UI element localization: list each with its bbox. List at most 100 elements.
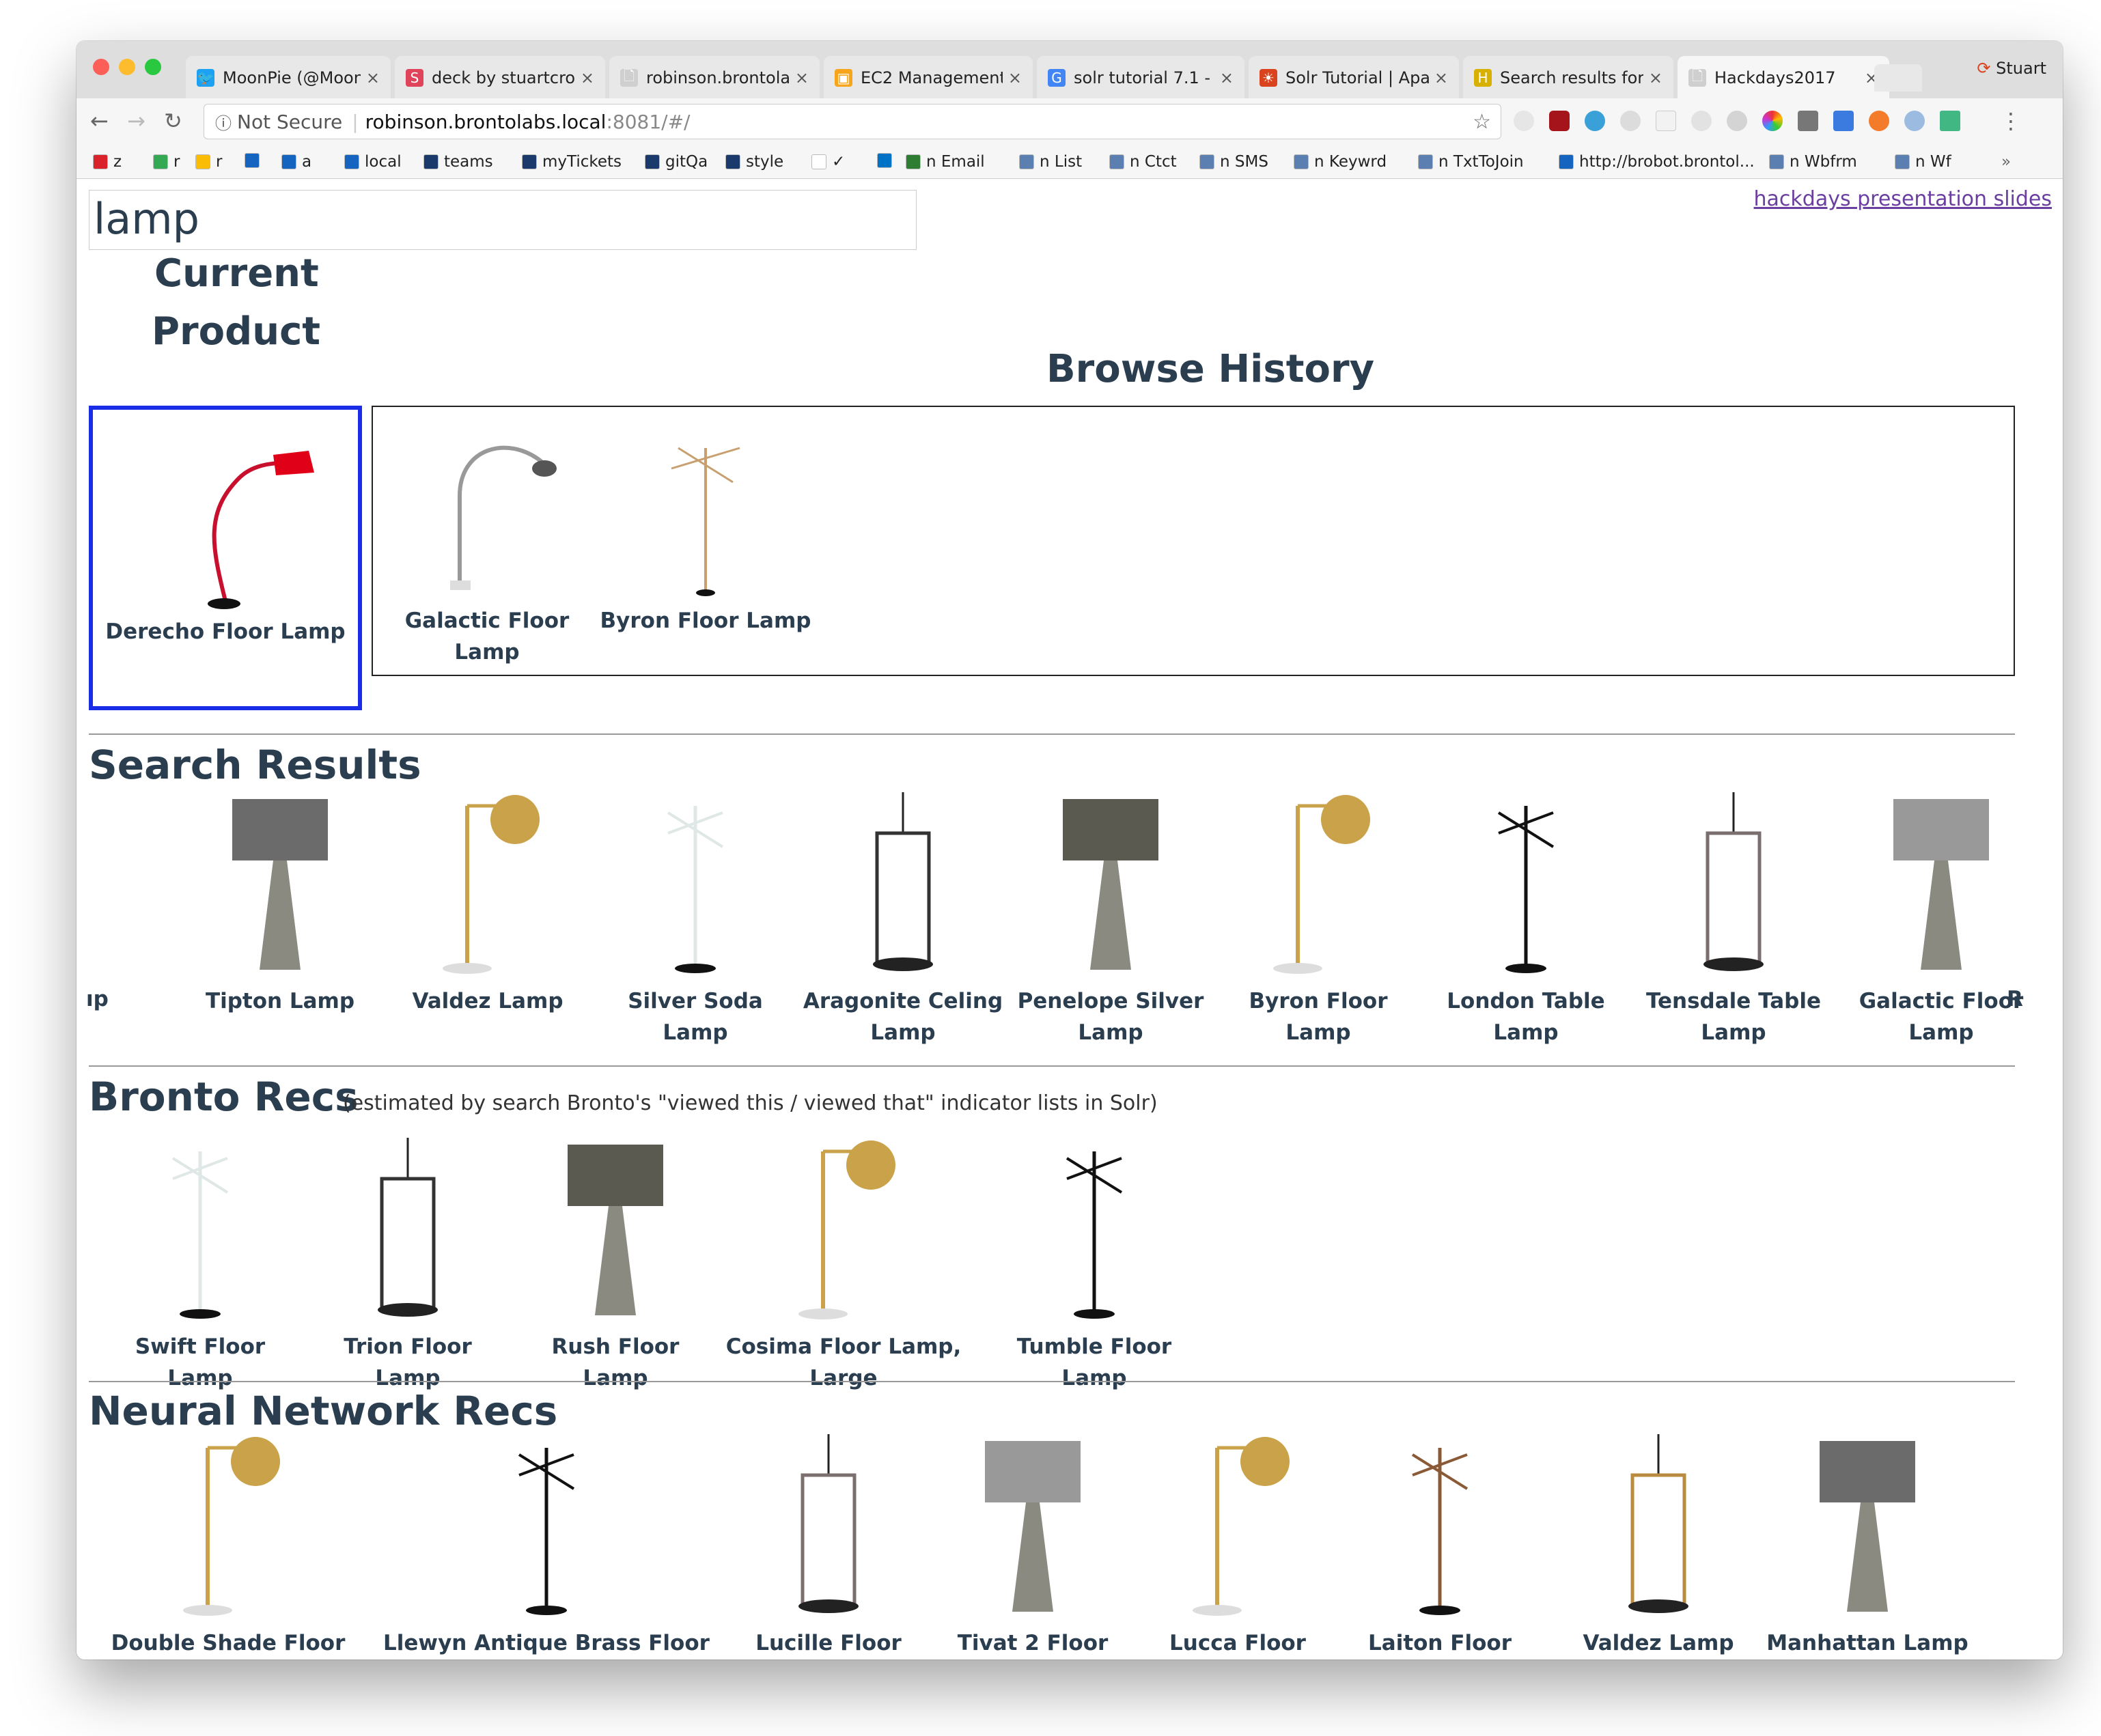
globe-icon[interactable] — [1585, 111, 1605, 131]
browser-tab[interactable]: 🐦 MoonPie (@Moon × — [186, 56, 391, 100]
vue-icon[interactable] — [1940, 111, 1960, 131]
divider — [89, 1065, 2015, 1067]
extension-icon[interactable] — [1691, 111, 1712, 131]
new-tab-button[interactable] — [1874, 64, 1922, 92]
bookmark-item[interactable]: style — [725, 153, 783, 171]
bookmark-item[interactable]: n SMS — [1199, 153, 1268, 171]
extension-icon[interactable] — [1620, 111, 1641, 131]
bookmark-label: r — [173, 153, 180, 171]
bookmark-item[interactable]: n Ctct — [1109, 153, 1177, 171]
search-result-item[interactable]: Aragonite Celing Lamp — [801, 792, 1005, 1048]
bookmark-item[interactable]: local — [344, 153, 402, 171]
browser-tab[interactable]: Gsolr tutorial 7.1 - G × — [1037, 56, 1244, 100]
bookmark-item[interactable]: ✓ — [811, 153, 845, 171]
tab-close-icon[interactable]: × — [1008, 68, 1022, 87]
tab-close-icon[interactable]: × — [1220, 68, 1234, 87]
neural-rec-item[interactable]: Lucille Floor Lamp — [729, 1434, 928, 1660]
browser-tab[interactable]: 🗋 Hackdays2017 × — [1678, 56, 1889, 100]
neural-rec-item[interactable]: Valdez Lamp — [1556, 1434, 1761, 1659]
tab-close-icon[interactable]: × — [1649, 68, 1662, 87]
extension-icon[interactable] — [1833, 111, 1854, 131]
bookmark-item[interactable]: z — [93, 153, 122, 171]
profile-button[interactable]: ⟳ Stuart — [1977, 59, 2046, 78]
search-result-item[interactable]: Penelope Silver Lamp — [1008, 792, 1213, 1048]
bookmark-item[interactable]: teams — [423, 153, 493, 171]
browser-tab[interactable]: ▣ EC2 Management × — [824, 56, 1033, 100]
search-input[interactable]: lamp — [89, 190, 917, 250]
neural-rec-item[interactable]: Tivat 2 Floor Lamp — [930, 1434, 1135, 1660]
star-icon[interactable]: ☆ — [1473, 110, 1491, 134]
browser-tab[interactable]: Sdeck by stuartcro × — [395, 56, 605, 100]
current-product-heading: Current Product — [152, 251, 320, 354]
color-wheel-icon[interactable] — [1762, 111, 1783, 131]
bookmark-item[interactable] — [245, 153, 265, 168]
minimize-window-button[interactable] — [119, 59, 135, 75]
product-image — [1063, 799, 1158, 970]
neural-rec-item[interactable]: Lucca Floor Lamp — [1142, 1434, 1333, 1660]
history-item[interactable]: Galactic Floor Lamp — [380, 421, 594, 668]
browser-tab[interactable]: 🗋 robinson.brontola × — [609, 56, 820, 100]
bookmark-item[interactable]: gitQa — [645, 153, 708, 171]
back-arrow-icon[interactable]: ← — [90, 108, 109, 134]
bookmark-item[interactable]: n Wbfrm — [1769, 153, 1857, 171]
product-image — [443, 795, 540, 974]
browser-tab[interactable]: H Search results for × — [1463, 56, 1673, 100]
bookmark-item[interactable]: n Wf — [1895, 153, 1951, 171]
menu-icon[interactable]: ⋮ — [2000, 108, 2022, 134]
search-result-item[interactable]: Tensdale Table Lamp — [1631, 792, 1836, 1048]
neural-rec-item[interactable]: Llewyn Antique Brass Floor Lamp — [369, 1434, 724, 1660]
search-result-item[interactable]: Tipton Lamp — [178, 792, 382, 1017]
bronto-rec-item[interactable]: Rush Floor Lamp — [516, 1138, 714, 1394]
forward-arrow-icon[interactable]: → — [127, 108, 145, 134]
ublock-icon[interactable] — [1549, 111, 1570, 131]
history-item[interactable]: Byron Floor Lamp — [598, 421, 813, 636]
bronto-rec-item[interactable]: Swift Floor Lamp — [101, 1138, 299, 1394]
bookmarks-overflow-button[interactable]: » — [2001, 153, 2011, 171]
reload-icon[interactable]: ↻ — [164, 108, 182, 134]
presentation-slides-link[interactable]: hackdays presentation slides — [1754, 187, 2052, 211]
address-bar[interactable]: ⓘ Not Secure | robinson.brontolabs.local… — [204, 104, 1501, 139]
bookmark-item[interactable]: n Keywrd — [1294, 153, 1387, 171]
bookmark-icon — [1769, 154, 1784, 169]
bookmark-item[interactable]: n Email — [906, 153, 985, 171]
bookmark-label: style — [746, 153, 784, 171]
bronto-rec-item[interactable]: Tumble Floor Lamp — [992, 1138, 1197, 1394]
eyedropper-icon[interactable] — [1798, 111, 1818, 131]
browser-tab[interactable]: ☀ Solr Tutorial | Apa × — [1249, 56, 1459, 100]
extension-icon[interactable] — [1869, 111, 1889, 131]
extension-icon[interactable] — [1727, 111, 1747, 131]
search-result-item[interactable]: Byron Floor Lamp — [1216, 792, 1421, 1048]
bookmark-item[interactable]: n List — [1019, 153, 1082, 171]
search-result-name: Tipton Lamp — [205, 989, 355, 1013]
bookmark-item[interactable]: http://brobot.brontol... — [1559, 153, 1755, 171]
extension-icon[interactable] — [1656, 111, 1676, 131]
derecho-floor-lamp-image — [208, 451, 314, 609]
neural-rec-item[interactable]: Laiton Floor Lamp — [1337, 1434, 1542, 1660]
zoom-window-button[interactable] — [145, 59, 161, 75]
close-window-button[interactable] — [93, 59, 109, 75]
neural-rec-item[interactable]: Double Shade Floor Lamp — [92, 1434, 365, 1660]
bookmark-item[interactable]: myTickets — [522, 153, 622, 171]
tab-close-icon[interactable]: × — [366, 68, 380, 87]
bookmark-label: ✓ — [832, 153, 846, 171]
bookmark-item[interactable] — [877, 153, 898, 168]
search-result-item[interactable]: Valdez Lamp — [385, 792, 590, 1017]
current-product-card[interactable]: Derecho Floor Lamp — [89, 406, 362, 710]
bookmark-icon — [1895, 154, 1910, 169]
neural-rec-item[interactable]: Manhattan Lamp — [1758, 1434, 1977, 1659]
bookmark-item[interactable]: r — [153, 153, 180, 171]
tab-close-icon[interactable]: × — [795, 68, 809, 87]
tab-close-icon[interactable]: × — [1434, 68, 1448, 87]
tab-close-icon[interactable]: × — [581, 68, 594, 87]
extension-icon[interactable] — [1904, 111, 1925, 131]
bookmark-item[interactable]: a — [281, 153, 311, 171]
extension-icon[interactable] — [1514, 111, 1534, 131]
product-image — [798, 1434, 859, 1613]
search-results-heading: Search Results — [89, 742, 421, 788]
bookmark-item[interactable]: r — [195, 153, 222, 171]
search-result-item[interactable]: Silver Soda Lamp — [593, 792, 798, 1048]
bronto-rec-item[interactable]: Trion Floor Lamp — [309, 1138, 507, 1394]
bronto-rec-item[interactable]: Cosima Floor Lamp, Large — [705, 1138, 982, 1394]
search-result-item[interactable]: London Table Lamp — [1423, 792, 1628, 1048]
bookmark-item[interactable]: n TxtToJoin — [1418, 153, 1524, 171]
